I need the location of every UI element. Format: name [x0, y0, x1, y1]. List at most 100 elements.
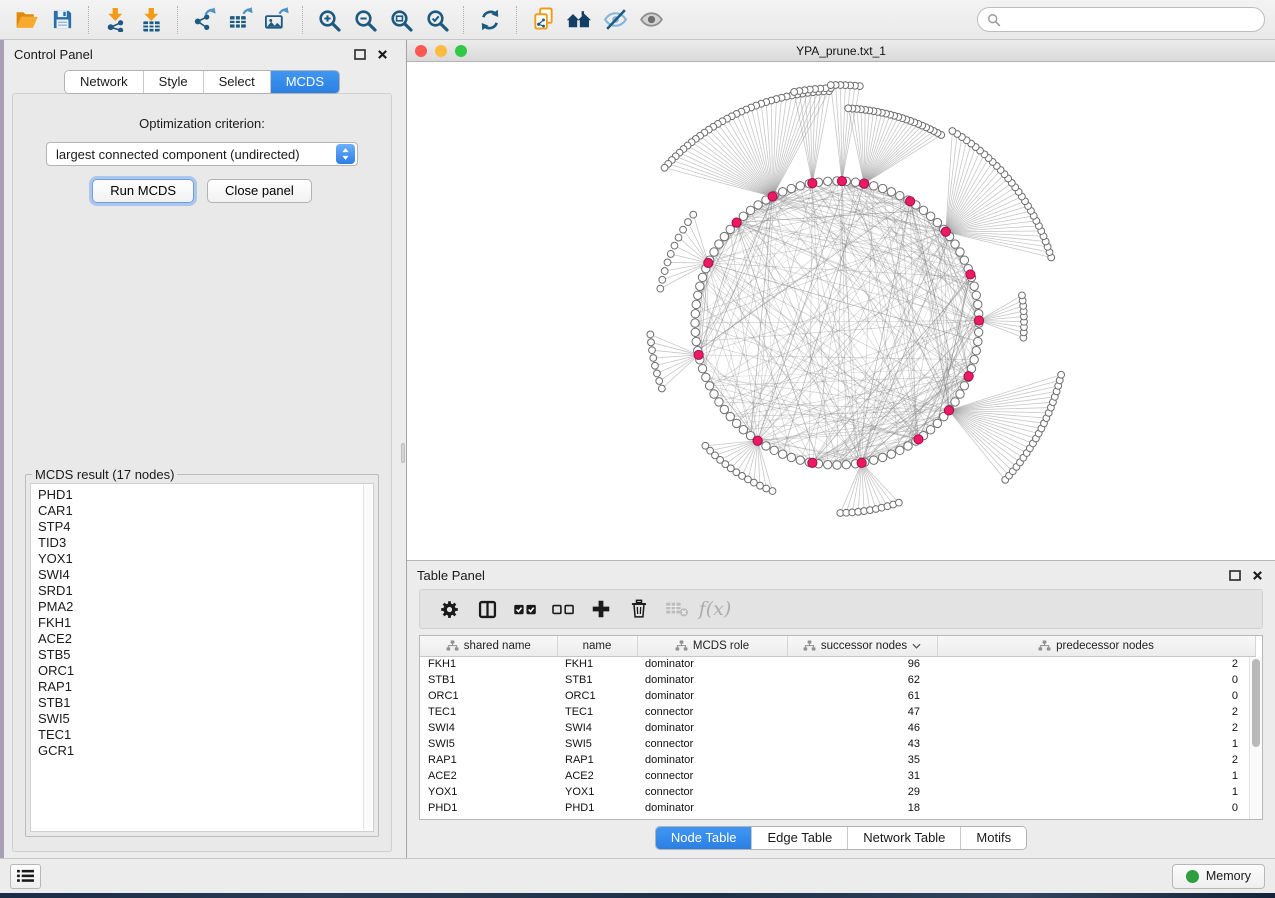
- cell-predecessor-nodes[interactable]: 0: [937, 672, 1255, 688]
- cell-successor-nodes[interactable]: 96: [787, 656, 937, 672]
- window-minimize-button[interactable]: [435, 45, 447, 57]
- table-scrollbar[interactable]: [1249, 657, 1262, 819]
- cell-successor-nodes[interactable]: 47: [787, 704, 937, 720]
- tab-select[interactable]: Select: [203, 71, 270, 93]
- cell-successor-nodes[interactable]: 61: [787, 688, 937, 704]
- add-row-button[interactable]: [584, 593, 618, 625]
- search-input[interactable]: [1007, 12, 1255, 27]
- mcds-result-list[interactable]: PHD1CAR1STP4TID3YOX1SWI4SRD1PMA2FKH1ACE2…: [30, 483, 374, 832]
- table-row[interactable]: ORC1ORC1dominator610: [420, 688, 1255, 704]
- export-network-button[interactable]: [186, 4, 222, 36]
- task-history-button[interactable]: [10, 864, 41, 889]
- table-row[interactable]: FKH1FKH1dominator962: [420, 656, 1255, 672]
- cell-predecessor-nodes[interactable]: 2: [937, 704, 1255, 720]
- cell-shared-name[interactable]: ACE2: [420, 768, 557, 784]
- cell-mcds-role[interactable]: connector: [637, 736, 787, 752]
- mcds-result-item[interactable]: ACE2: [38, 631, 359, 647]
- cell-predecessor-nodes[interactable]: 1: [937, 784, 1255, 800]
- table-scrollbar-thumb[interactable]: [1252, 659, 1260, 747]
- first-neighbors-button[interactable]: [561, 4, 597, 36]
- cell-shared-name[interactable]: PHD1: [420, 800, 557, 816]
- cell-name[interactable]: STB1: [557, 672, 637, 688]
- cell-predecessor-nodes[interactable]: 2: [937, 656, 1255, 672]
- table-settings-button[interactable]: [432, 593, 466, 625]
- table-row[interactable]: SWI4SWI4dominator462: [420, 720, 1255, 736]
- cell-shared-name[interactable]: STB1: [420, 672, 557, 688]
- cell-successor-nodes[interactable]: 35: [787, 752, 937, 768]
- cell-shared-name[interactable]: TEC1: [420, 704, 557, 720]
- float-window-icon[interactable]: [1229, 570, 1241, 581]
- cell-successor-nodes[interactable]: 18: [787, 800, 937, 816]
- close-panel-icon[interactable]: [1252, 570, 1263, 581]
- column-header-shared-name[interactable]: shared name: [420, 636, 557, 656]
- column-header-predecessor-nodes[interactable]: predecessor nodes: [937, 636, 1255, 656]
- cell-name[interactable]: ORC1: [557, 688, 637, 704]
- table-row[interactable]: TEC1TEC1connector472: [420, 704, 1255, 720]
- mcds-result-item[interactable]: PMA2: [38, 599, 359, 615]
- cell-predecessor-nodes[interactable]: 2: [937, 720, 1255, 736]
- export-image-button[interactable]: [258, 4, 294, 36]
- cell-predecessor-nodes[interactable]: 1: [937, 736, 1255, 752]
- cell-successor-nodes[interactable]: 43: [787, 736, 937, 752]
- mcds-result-item[interactable]: GCR1: [38, 743, 359, 759]
- panel-splitter[interactable]: [400, 40, 407, 858]
- save-session-button[interactable]: [44, 4, 80, 36]
- tab-network[interactable]: Network: [65, 71, 143, 93]
- cell-successor-nodes[interactable]: 46: [787, 720, 937, 736]
- window-zoom-button[interactable]: [455, 45, 467, 57]
- cell-predecessor-nodes[interactable]: 0: [937, 688, 1255, 704]
- network-window-titlebar[interactable]: YPA_prune.txt_1: [407, 40, 1275, 62]
- table-row[interactable]: PHD1PHD1dominator180: [420, 800, 1255, 816]
- table-row[interactable]: YOX1YOX1connector291: [420, 784, 1255, 800]
- cell-mcds-role[interactable]: dominator: [637, 800, 787, 816]
- select-all-checkbox-button[interactable]: [508, 593, 542, 625]
- mcds-list-scrollbar[interactable]: [363, 485, 372, 830]
- close-panel-button[interactable]: Close panel: [207, 179, 312, 203]
- search-box[interactable]: [977, 7, 1265, 32]
- mcds-result-item[interactable]: FKH1: [38, 615, 359, 631]
- cell-shared-name[interactable]: SWI5: [420, 736, 557, 752]
- splitter-handle[interactable]: [401, 443, 405, 463]
- cell-name[interactable]: FKH1: [557, 656, 637, 672]
- mcds-result-item[interactable]: SWI5: [38, 711, 359, 727]
- zoom-selected-button[interactable]: [419, 4, 455, 36]
- mcds-result-item[interactable]: TID3: [38, 535, 359, 551]
- cell-name[interactable]: YOX1: [557, 784, 637, 800]
- table-row[interactable]: RAP1RAP1dominator352: [420, 752, 1255, 768]
- mcds-result-item[interactable]: ORC1: [38, 663, 359, 679]
- open-file-button[interactable]: [8, 4, 44, 36]
- close-panel-icon[interactable]: [377, 49, 388, 60]
- optimization-criterion-select[interactable]: largest connected component (undirected): [46, 142, 358, 166]
- cell-shared-name[interactable]: YOX1: [420, 784, 557, 800]
- cell-name[interactable]: PHD1: [557, 800, 637, 816]
- mcds-result-item[interactable]: CAR1: [38, 503, 359, 519]
- table-tab-motifs[interactable]: Motifs: [960, 827, 1026, 849]
- mcds-result-item[interactable]: YOX1: [38, 551, 359, 567]
- tab-mcds[interactable]: MCDS: [270, 71, 339, 93]
- zoom-out-button[interactable]: [347, 4, 383, 36]
- cell-name[interactable]: ACE2: [557, 768, 637, 784]
- cell-mcds-role[interactable]: dominator: [637, 720, 787, 736]
- float-window-icon[interactable]: [354, 49, 366, 60]
- zoom-fit-button[interactable]: [383, 4, 419, 36]
- mcds-result-item[interactable]: PHD1: [38, 487, 359, 503]
- show-all-button[interactable]: [633, 4, 669, 36]
- run-mcds-button[interactable]: Run MCDS: [92, 179, 194, 203]
- cell-predecessor-nodes[interactable]: 1: [937, 768, 1255, 784]
- cell-shared-name[interactable]: ORC1: [420, 688, 557, 704]
- refresh-layout-button[interactable]: [472, 4, 508, 36]
- table-row[interactable]: STB1STB1dominator620: [420, 672, 1255, 688]
- table-row[interactable]: SWI5SWI5connector431: [420, 736, 1255, 752]
- mcds-result-item[interactable]: RAP1: [38, 679, 359, 695]
- network-graph[interactable]: [407, 62, 1274, 560]
- cell-predecessor-nodes[interactable]: 0: [937, 800, 1255, 816]
- mcds-result-item[interactable]: STB5: [38, 647, 359, 663]
- cell-shared-name[interactable]: RAP1: [420, 752, 557, 768]
- cell-mcds-role[interactable]: dominator: [637, 672, 787, 688]
- cell-name[interactable]: RAP1: [557, 752, 637, 768]
- table-row[interactable]: ACE2ACE2connector311: [420, 768, 1255, 784]
- cell-predecessor-nodes[interactable]: 2: [937, 752, 1255, 768]
- hide-selected-button[interactable]: [597, 4, 633, 36]
- window-close-button[interactable]: [415, 45, 427, 57]
- table-tab-network-table[interactable]: Network Table: [847, 827, 960, 849]
